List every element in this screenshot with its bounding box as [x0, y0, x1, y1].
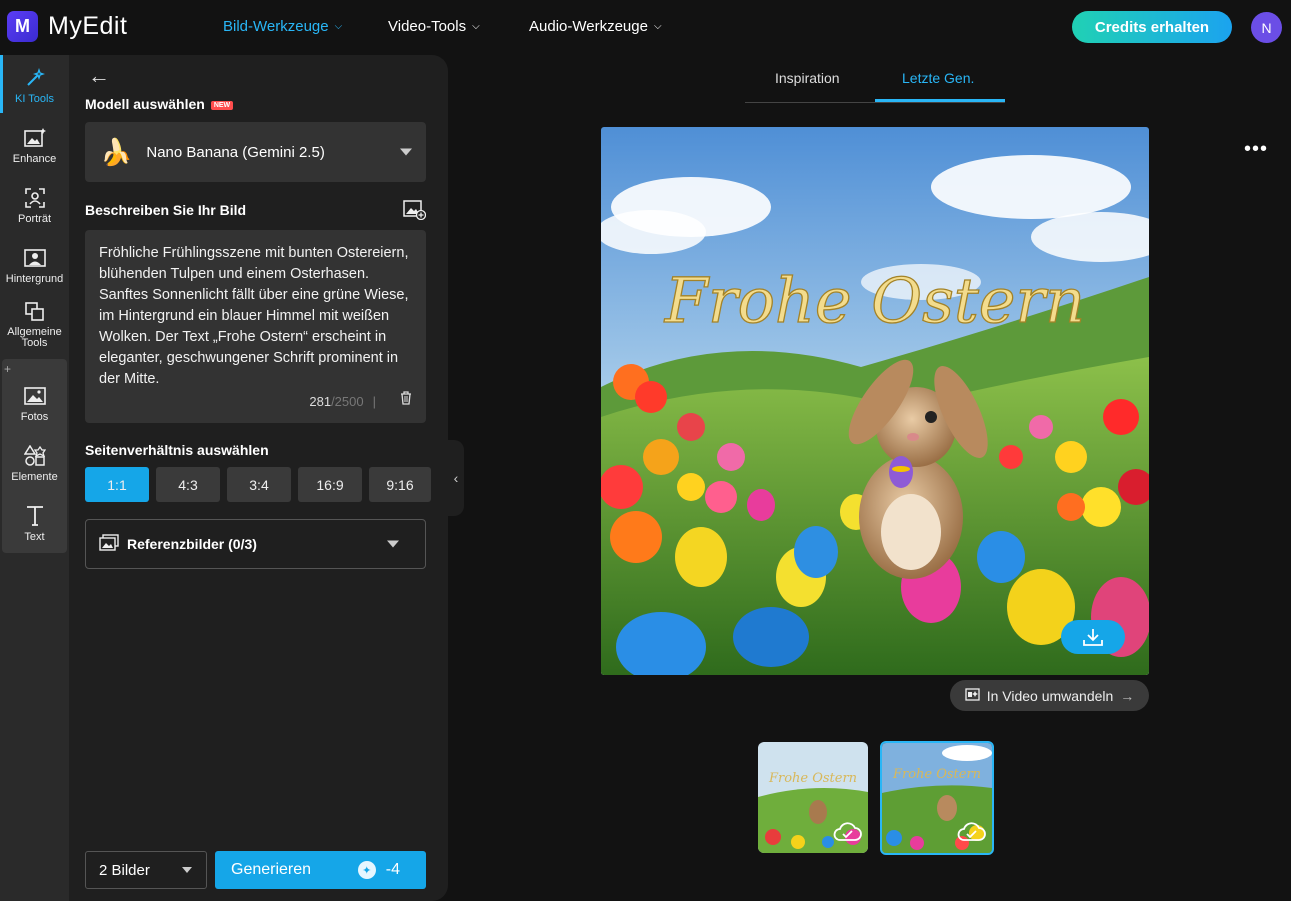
- photo-icon: [23, 385, 46, 407]
- images-icon: [99, 534, 119, 554]
- model-select[interactable]: 🍌 Nano Banana (Gemini 2.5): [85, 122, 426, 182]
- rail-item-allgemeine-tools[interactable]: Allgemeine Tools: [0, 301, 69, 349]
- credits-button[interactable]: Credits erhalten: [1072, 11, 1232, 43]
- download-button[interactable]: [1061, 620, 1125, 654]
- generate-cost: ✦ -4: [357, 861, 400, 879]
- background-icon: [23, 247, 46, 269]
- rail-item-portraet[interactable]: Porträt: [0, 187, 69, 225]
- cloud-check-icon: [956, 820, 986, 847]
- rail-label: Porträt: [17, 213, 51, 225]
- nav-label: Video-Tools: [388, 18, 467, 35]
- rail-label: Elemente: [11, 471, 58, 483]
- app-logo[interactable]: M MyEdit: [7, 11, 127, 42]
- model-value: Nano Banana (Gemini 2.5): [146, 143, 325, 161]
- chevron-down-icon: ⌵: [472, 21, 480, 32]
- more-options-icon[interactable]: •••: [1244, 138, 1268, 161]
- arrow-right-icon: →: [1120, 687, 1135, 704]
- app-name: MyEdit: [48, 12, 128, 40]
- trash-icon[interactable]: [400, 391, 412, 412]
- generate-label: Generieren: [231, 861, 312, 878]
- new-badge: NEW: [210, 100, 234, 110]
- thumbnail-1[interactable]: Frohe Ostern: [758, 742, 868, 853]
- shapes-icon: [23, 445, 46, 467]
- tab-inspiration[interactable]: Inspiration: [775, 70, 840, 86]
- magic-wand-icon: [24, 67, 46, 89]
- rail-label: Hintergrund: [5, 273, 64, 285]
- active-tab-indicator: [875, 99, 1005, 102]
- ratio-4-3[interactable]: 4:3: [156, 467, 220, 502]
- caret-down-icon: [387, 540, 399, 548]
- nav-video-tools[interactable]: Video-Tools ⌵: [388, 18, 480, 35]
- convert-to-video-button[interactable]: In Video umwandeln →: [950, 680, 1149, 711]
- thumb-title-text: Frohe Ostern: [768, 771, 857, 786]
- rail-label: Allgemeine Tools: [7, 326, 62, 349]
- logo-mark: M: [7, 11, 38, 42]
- rail-label: Enhance: [12, 153, 57, 165]
- rail-item-hintergrund[interactable]: Hintergrund: [0, 247, 69, 285]
- collapse-panel-button[interactable]: ‹: [448, 440, 464, 516]
- top-bar: M MyEdit Bild-Werkzeuge ⌵ Video-Tools ⌵ Au…: [0, 0, 1291, 55]
- chevron-down-icon: ⌵: [334, 21, 343, 32]
- back-arrow-icon[interactable]: ←: [88, 63, 110, 89]
- copy-icon: [24, 301, 46, 323]
- rail-item-fotos[interactable]: Fotos: [0, 385, 69, 423]
- char-count: 281: [309, 394, 332, 409]
- image-title-text: Frohe Ostern: [664, 264, 1085, 337]
- credit-gem-icon: ✦: [357, 861, 376, 879]
- tab-letzte-gen[interactable]: Letzte Gen.: [902, 70, 974, 86]
- reference-images-select[interactable]: Referenzbilder (0/3): [85, 519, 426, 569]
- thumbnail-2-selected[interactable]: Frohe Ostern: [880, 741, 994, 855]
- caret-down-icon: [182, 867, 192, 873]
- image-count-select[interactable]: 2 Bilder: [85, 851, 207, 889]
- ratio-3-4[interactable]: 3:4: [227, 467, 291, 502]
- caret-down-icon: [400, 148, 412, 156]
- chevron-left-icon: ‹: [453, 470, 459, 486]
- video-button-label: In Video umwandeln: [986, 687, 1114, 704]
- prompt-textarea[interactable]: Fröhliche Frühlingsszene mit bunten Oste…: [85, 230, 426, 423]
- generate-button[interactable]: Generieren ✦ -4: [215, 851, 426, 889]
- char-counter: 281/2500 |: [309, 394, 376, 409]
- download-icon: [1083, 629, 1103, 646]
- tool-rail: + KI Tools Enhance Porträt Hintergrund A…: [0, 55, 69, 901]
- model-title: Modell auswählen NEW: [85, 96, 234, 112]
- portrait-icon: [24, 187, 46, 209]
- rail-label: Text: [24, 531, 45, 543]
- avatar[interactable]: N: [1251, 12, 1282, 43]
- chevron-down-icon: ⌵: [653, 21, 662, 32]
- rail-label: KI Tools: [15, 93, 54, 105]
- reference-label: Referenzbilder (0/3): [127, 536, 257, 552]
- rail-label: Fotos: [20, 411, 49, 423]
- ratio-16-9[interactable]: 16:9: [298, 467, 362, 502]
- cost-value: -4: [385, 861, 400, 878]
- image-count-value: 2 Bilder: [99, 861, 150, 879]
- nav-audio-werkzeuge[interactable]: Audio-Werkzeuge ⌵: [529, 18, 662, 35]
- thumb-title-text: Frohe Ostern: [892, 767, 981, 782]
- cloud-check-icon: [832, 820, 862, 847]
- nav-bild-werkzeuge[interactable]: Bild-Werkzeuge ⌵: [223, 18, 342, 35]
- ratio-9-16[interactable]: 9:16: [369, 467, 431, 502]
- nav-label: Bild-Werkzeuge: [223, 18, 329, 35]
- text-icon: [24, 505, 46, 527]
- rail-item-elemente[interactable]: Elemente: [0, 445, 69, 483]
- rail-item-ki-tools[interactable]: KI Tools: [0, 67, 69, 105]
- banana-icon: 🍌: [100, 136, 133, 167]
- nav-label: Audio-Werkzeuge: [529, 18, 648, 35]
- plus-icon[interactable]: +: [4, 362, 11, 376]
- video-icon: [965, 687, 980, 704]
- result-tabs: Inspiration Letzte Gen.: [745, 60, 1005, 103]
- ratio-group: 1:1 4:3 3:4 16:9 9:16: [85, 467, 431, 502]
- describe-title: Beschreiben Sie Ihr Bild: [85, 202, 247, 218]
- add-image-icon[interactable]: [403, 200, 427, 225]
- image-sparkle-icon: [23, 127, 46, 149]
- rail-item-enhance[interactable]: Enhance: [0, 127, 69, 165]
- prompt-text: Fröhliche Frühlingsszene mit bunten Oste…: [99, 245, 409, 387]
- ratio-title: Seitenverhältnis auswählen: [85, 442, 269, 458]
- model-title-text: Modell auswählen: [85, 96, 205, 112]
- ratio-1-1[interactable]: 1:1: [85, 467, 149, 502]
- generated-image[interactable]: Frohe Ostern: [601, 127, 1149, 675]
- char-max: /2500: [331, 394, 364, 409]
- rail-item-text[interactable]: Text: [0, 505, 69, 543]
